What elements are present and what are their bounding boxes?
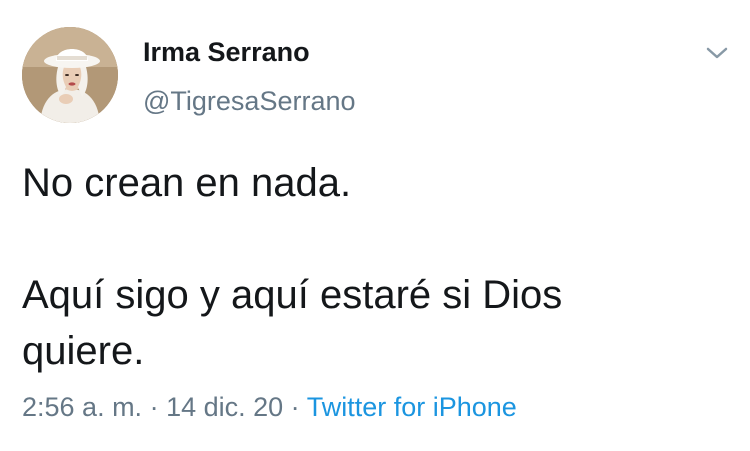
user-handle[interactable]: @TigresaSerrano	[143, 86, 356, 117]
tweet-text-line: Aquí sigo y aquí estaré si Dios	[22, 273, 563, 317]
tweet-card: Irma Serrano @TigresaSerrano No crean en…	[0, 0, 750, 451]
avatar[interactable]	[22, 27, 118, 123]
tweet-date[interactable]: 14 dic. 20	[166, 392, 283, 422]
tweet-text-line: quiere.	[22, 329, 145, 373]
meta-separator: ·	[142, 392, 167, 422]
profile-photo-icon	[22, 27, 118, 123]
tweet-text-line: No crean en nada.	[22, 161, 352, 205]
tweet-source-link[interactable]: Twitter for iPhone	[307, 392, 517, 422]
display-name[interactable]: Irma Serrano	[143, 37, 310, 68]
tweet-menu-button[interactable]	[702, 42, 732, 64]
tweet-metadata: 2:56 a. m. · 14 dic. 20 · Twitter for iP…	[22, 392, 517, 423]
tweet-text: No crean en nada. Aquí sigo y aquí estar…	[22, 155, 722, 379]
tweet-time[interactable]: 2:56 a. m.	[22, 392, 142, 422]
meta-separator: ·	[283, 392, 307, 422]
chevron-down-icon	[706, 47, 728, 59]
